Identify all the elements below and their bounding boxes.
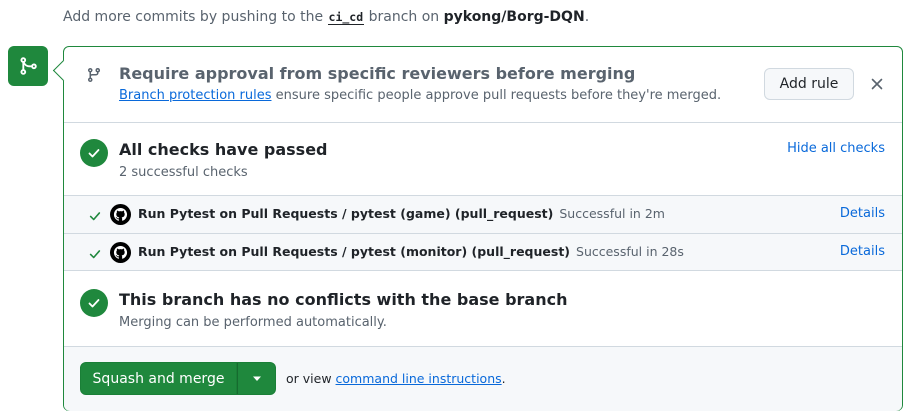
branch-protection-link[interactable]: Branch protection rules xyxy=(119,88,272,103)
branch-name[interactable]: ci_cd xyxy=(327,10,365,25)
merge-method-dropdown[interactable] xyxy=(237,362,276,395)
check-circle-icon xyxy=(80,289,108,317)
check-status: Successful in 2m xyxy=(559,206,665,221)
conflicts-title: This branch has no conflicts with the ba… xyxy=(119,290,568,309)
check-status: Successful in 28s xyxy=(576,244,684,259)
cli-hint: or view command line instructions. xyxy=(286,371,506,386)
cli-prefix: or view xyxy=(286,371,332,386)
check-icon xyxy=(88,208,102,227)
checks-summary: All checks have passed 2 successful chec… xyxy=(64,123,902,196)
github-icon xyxy=(110,242,131,263)
git-merge-icon xyxy=(8,46,48,86)
approval-section: Require approval from specific reviewers… xyxy=(64,47,902,123)
close-icon[interactable] xyxy=(868,75,886,93)
details-link[interactable]: Details xyxy=(840,206,885,221)
merge-box: Require approval from specific reviewers… xyxy=(63,46,903,411)
check-item: Run Pytest on Pull Requests / pytest (ga… xyxy=(64,196,902,234)
check-name-text: Run Pytest on Pull Requests / pytest (ga… xyxy=(138,206,554,221)
push-hint: Add more commits by pushing to the ci_cd… xyxy=(63,9,589,25)
repo-name[interactable]: pykong/Borg-DQN xyxy=(444,9,585,25)
push-hint-middle: branch on xyxy=(368,9,440,25)
git-branch-icon xyxy=(86,67,102,87)
push-hint-prefix: Add more commits by pushing to the xyxy=(63,9,324,25)
check-icon xyxy=(88,246,102,265)
squash-and-merge-button[interactable]: Squash and merge xyxy=(80,362,237,395)
cli-suffix: . xyxy=(501,371,506,386)
check-name-text: Run Pytest on Pull Requests / pytest (mo… xyxy=(138,244,571,259)
triangle-down-icon xyxy=(252,376,261,381)
check-name: Run Pytest on Pull Requests / pytest (ga… xyxy=(138,206,665,221)
merge-actions: Squash and merge or view command line in… xyxy=(64,347,902,411)
approval-desc-text: ensure specific people approve pull requ… xyxy=(275,88,722,103)
add-rule-button[interactable]: Add rule xyxy=(764,68,854,100)
check-item: Run Pytest on Pull Requests / pytest (mo… xyxy=(64,234,902,271)
check-circle-icon xyxy=(80,139,108,167)
conflicts-subtitle: Merging can be performed automatically. xyxy=(119,315,387,330)
hide-all-checks-link[interactable]: Hide all checks xyxy=(787,141,885,156)
details-link[interactable]: Details xyxy=(840,244,885,259)
approval-title: Require approval from specific reviewers… xyxy=(119,64,636,83)
checks-subtitle: 2 successful checks xyxy=(119,165,248,180)
checks-title: All checks have passed xyxy=(119,140,328,159)
conflicts-section: This branch has no conflicts with the ba… xyxy=(64,271,902,347)
command-line-instructions-link[interactable]: command line instructions xyxy=(336,371,502,386)
push-hint-suffix: . xyxy=(584,9,590,25)
github-icon xyxy=(110,204,131,225)
check-name: Run Pytest on Pull Requests / pytest (mo… xyxy=(138,244,684,259)
approval-description: Branch protection rules ensure specific … xyxy=(119,88,721,103)
